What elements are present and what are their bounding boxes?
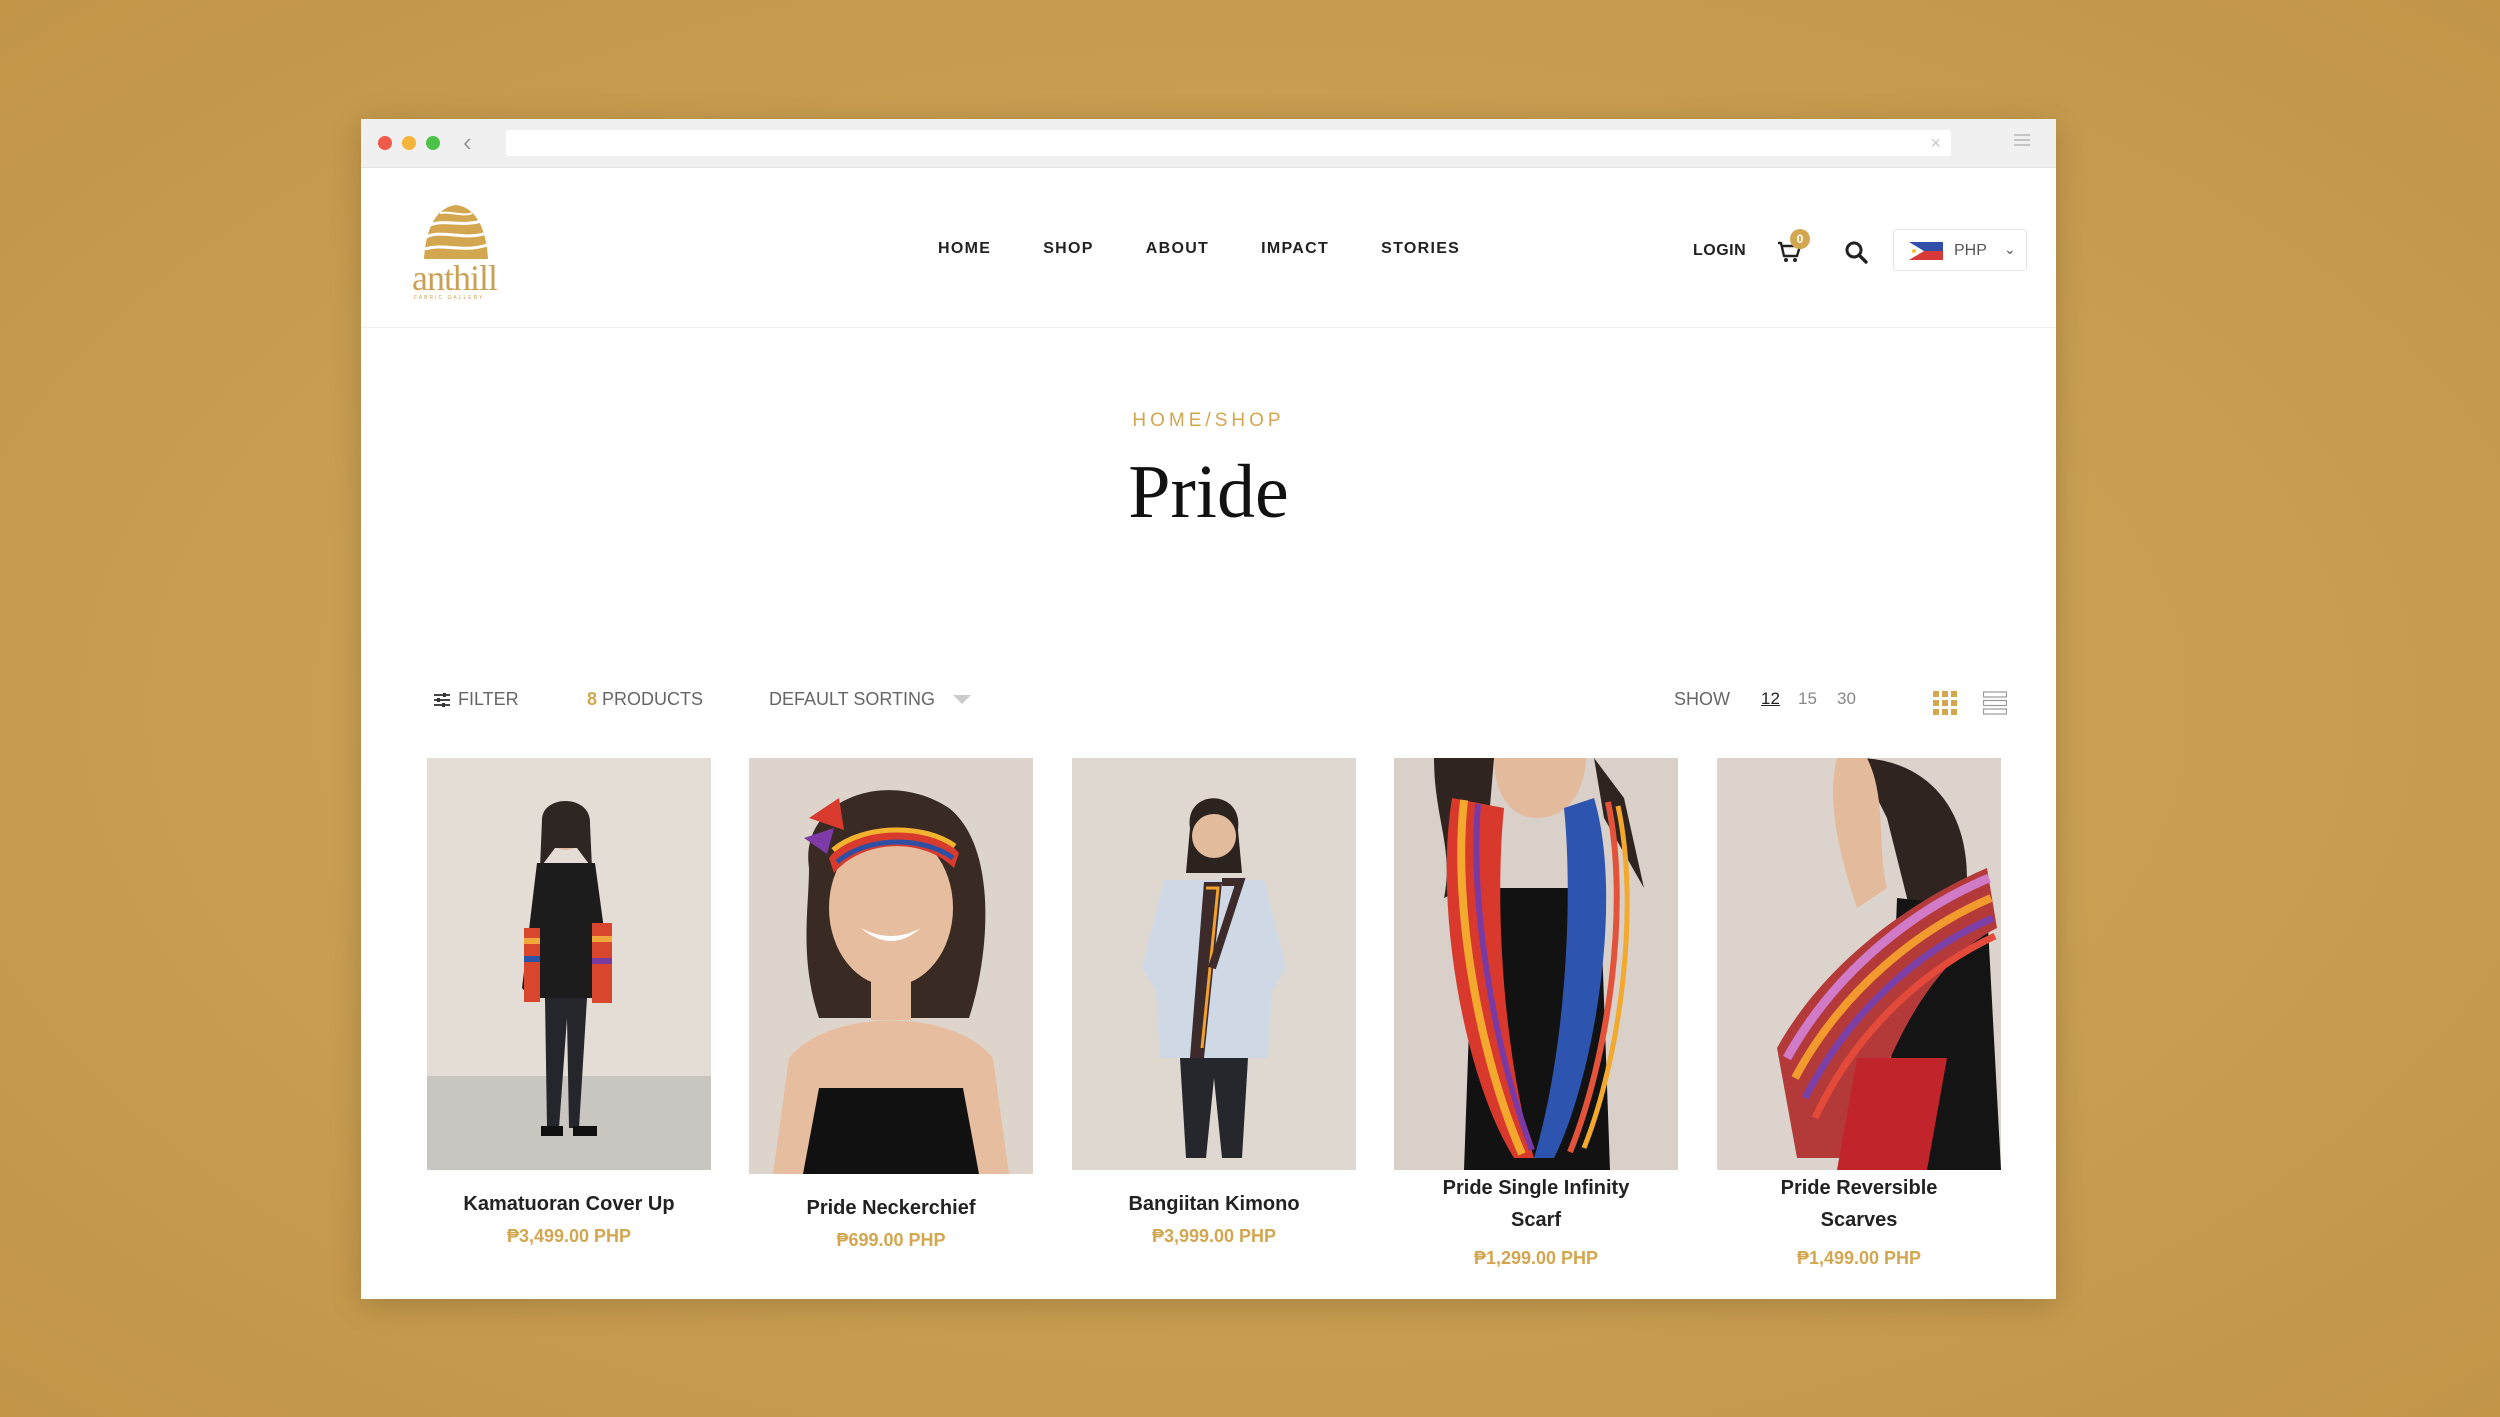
breadcrumb-home[interactable]: HOME bbox=[1132, 410, 1205, 431]
main-nav: HOME SHOP ABOUT IMPACT STORIES bbox=[938, 240, 1512, 258]
browser-menu-icon[interactable] bbox=[2014, 134, 2030, 146]
product-photo-bangiitan-kimono[interactable] bbox=[1072, 758, 1356, 1170]
currency-label: PHP bbox=[1954, 242, 1987, 259]
product-card[interactable]: Kamatuoran Cover Up ₱3,499.00 PHP bbox=[427, 758, 711, 1299]
product-name[interactable]: Bangiitan Kimono bbox=[1072, 1188, 1356, 1220]
nav-shop[interactable]: SHOP bbox=[1043, 240, 1094, 258]
browser-window: ‹ × anthill FABRIC GALLERY HOME SHOP ABO… bbox=[361, 119, 2056, 1299]
product-price: ₱699.00 PHP bbox=[836, 1230, 946, 1250]
nav-impact[interactable]: IMPACT bbox=[1261, 240, 1329, 258]
maximize-window-button[interactable] bbox=[426, 136, 440, 150]
site-header: anthill FABRIC GALLERY HOME SHOP ABOUT I… bbox=[361, 167, 2056, 328]
philippines-flag-icon bbox=[1909, 242, 1943, 260]
product-name[interactable]: Kamatuoran Cover Up bbox=[427, 1188, 711, 1220]
address-bar[interactable]: × bbox=[506, 130, 1951, 156]
filter-button[interactable]: FILTER bbox=[434, 689, 519, 710]
product-card[interactable]: Pride Neckerchief ₱699.00 PHP bbox=[749, 758, 1033, 1299]
product-name-line2[interactable]: Scarves bbox=[1717, 1204, 2001, 1236]
product-photo-pride-single-infinity-scarf[interactable] bbox=[1394, 758, 1678, 1170]
filter-label: FILTER bbox=[458, 689, 519, 709]
search-icon[interactable] bbox=[1844, 240, 1868, 264]
breadcrumb-shop[interactable]: SHOP bbox=[1215, 410, 1285, 431]
product-name-line2[interactable]: Scarf bbox=[1394, 1204, 1678, 1236]
product-price: ₱3,999.00 PHP bbox=[1151, 1226, 1277, 1246]
per-page-15[interactable]: 15 bbox=[1798, 689, 1817, 709]
product-price: ₱1,299.00 PHP bbox=[1473, 1248, 1599, 1268]
chevron-down-icon: ⌄ bbox=[2004, 241, 2016, 257]
product-card[interactable]: Pride Single Infinity Scarf ₱1,299.00 PH… bbox=[1394, 758, 1678, 1299]
minimize-window-button[interactable] bbox=[402, 136, 416, 150]
product-name-line1[interactable]: Pride Single Infinity bbox=[1394, 1172, 1678, 1204]
cart-count-badge: 0 bbox=[1790, 229, 1810, 249]
brand-name: anthill bbox=[412, 258, 498, 298]
clear-url-icon[interactable]: × bbox=[1930, 132, 1941, 154]
sorting-label: DEFAULT SORTING bbox=[769, 689, 936, 709]
caret-down-icon bbox=[953, 695, 972, 704]
breadcrumb: HOME/SHOP bbox=[361, 410, 2056, 432]
product-price: ₱3,499.00 PHP bbox=[506, 1226, 632, 1246]
login-link[interactable]: LOGIN bbox=[1693, 242, 1746, 260]
product-name-line1[interactable]: Pride Reversible bbox=[1717, 1172, 2001, 1204]
shop-toolbar: FILTER 8 PRODUCTS DEFAULT SORTING SHOW 1… bbox=[361, 689, 2056, 719]
nav-home[interactable]: HOME bbox=[938, 240, 991, 258]
products-count-number: 8 bbox=[587, 689, 598, 709]
page-title: Pride bbox=[1128, 450, 1289, 534]
back-arrow-icon[interactable]: ‹ bbox=[463, 127, 472, 157]
nav-about[interactable]: ABOUT bbox=[1146, 240, 1209, 258]
per-page-30[interactable]: 30 bbox=[1837, 689, 1856, 709]
brand-logo[interactable]: anthill FABRIC GALLERY bbox=[412, 203, 502, 303]
product-name[interactable]: Pride Neckerchief bbox=[749, 1192, 1033, 1224]
products-count: 8 PRODUCTS bbox=[587, 689, 703, 710]
product-photo-pride-reversible-scarves[interactable] bbox=[1717, 758, 2001, 1170]
currency-selector[interactable]: PHP ⌄ bbox=[1893, 229, 2027, 271]
anthill-logo-icon bbox=[424, 205, 488, 259]
grid-view-icon[interactable] bbox=[1933, 691, 1957, 715]
product-card[interactable]: Pride Reversible Scarves ₱1,499.00 PHP bbox=[1717, 758, 2001, 1299]
product-photo-pride-neckerchief[interactable] bbox=[749, 758, 1033, 1174]
product-price: ₱1,499.00 PHP bbox=[1796, 1248, 1922, 1268]
breadcrumb-separator: / bbox=[1205, 410, 1215, 431]
product-card[interactable]: Bangiitan Kimono ₱3,999.00 PHP bbox=[1072, 758, 1356, 1299]
browser-chrome: ‹ × bbox=[361, 119, 2056, 168]
brand-tagline: FABRIC GALLERY bbox=[414, 295, 485, 301]
per-page-12[interactable]: 12 bbox=[1761, 689, 1780, 709]
products-count-label: PRODUCTS bbox=[602, 689, 704, 709]
sorting-dropdown[interactable]: DEFAULT SORTING bbox=[769, 689, 972, 710]
show-label: SHOW bbox=[1674, 689, 1730, 709]
product-photo-kamatuoran-cover-up[interactable] bbox=[427, 758, 711, 1170]
sliders-icon bbox=[434, 692, 450, 707]
close-window-button[interactable] bbox=[378, 136, 392, 150]
list-view-icon[interactable] bbox=[1983, 691, 2007, 715]
nav-stories[interactable]: STORIES bbox=[1381, 240, 1460, 258]
